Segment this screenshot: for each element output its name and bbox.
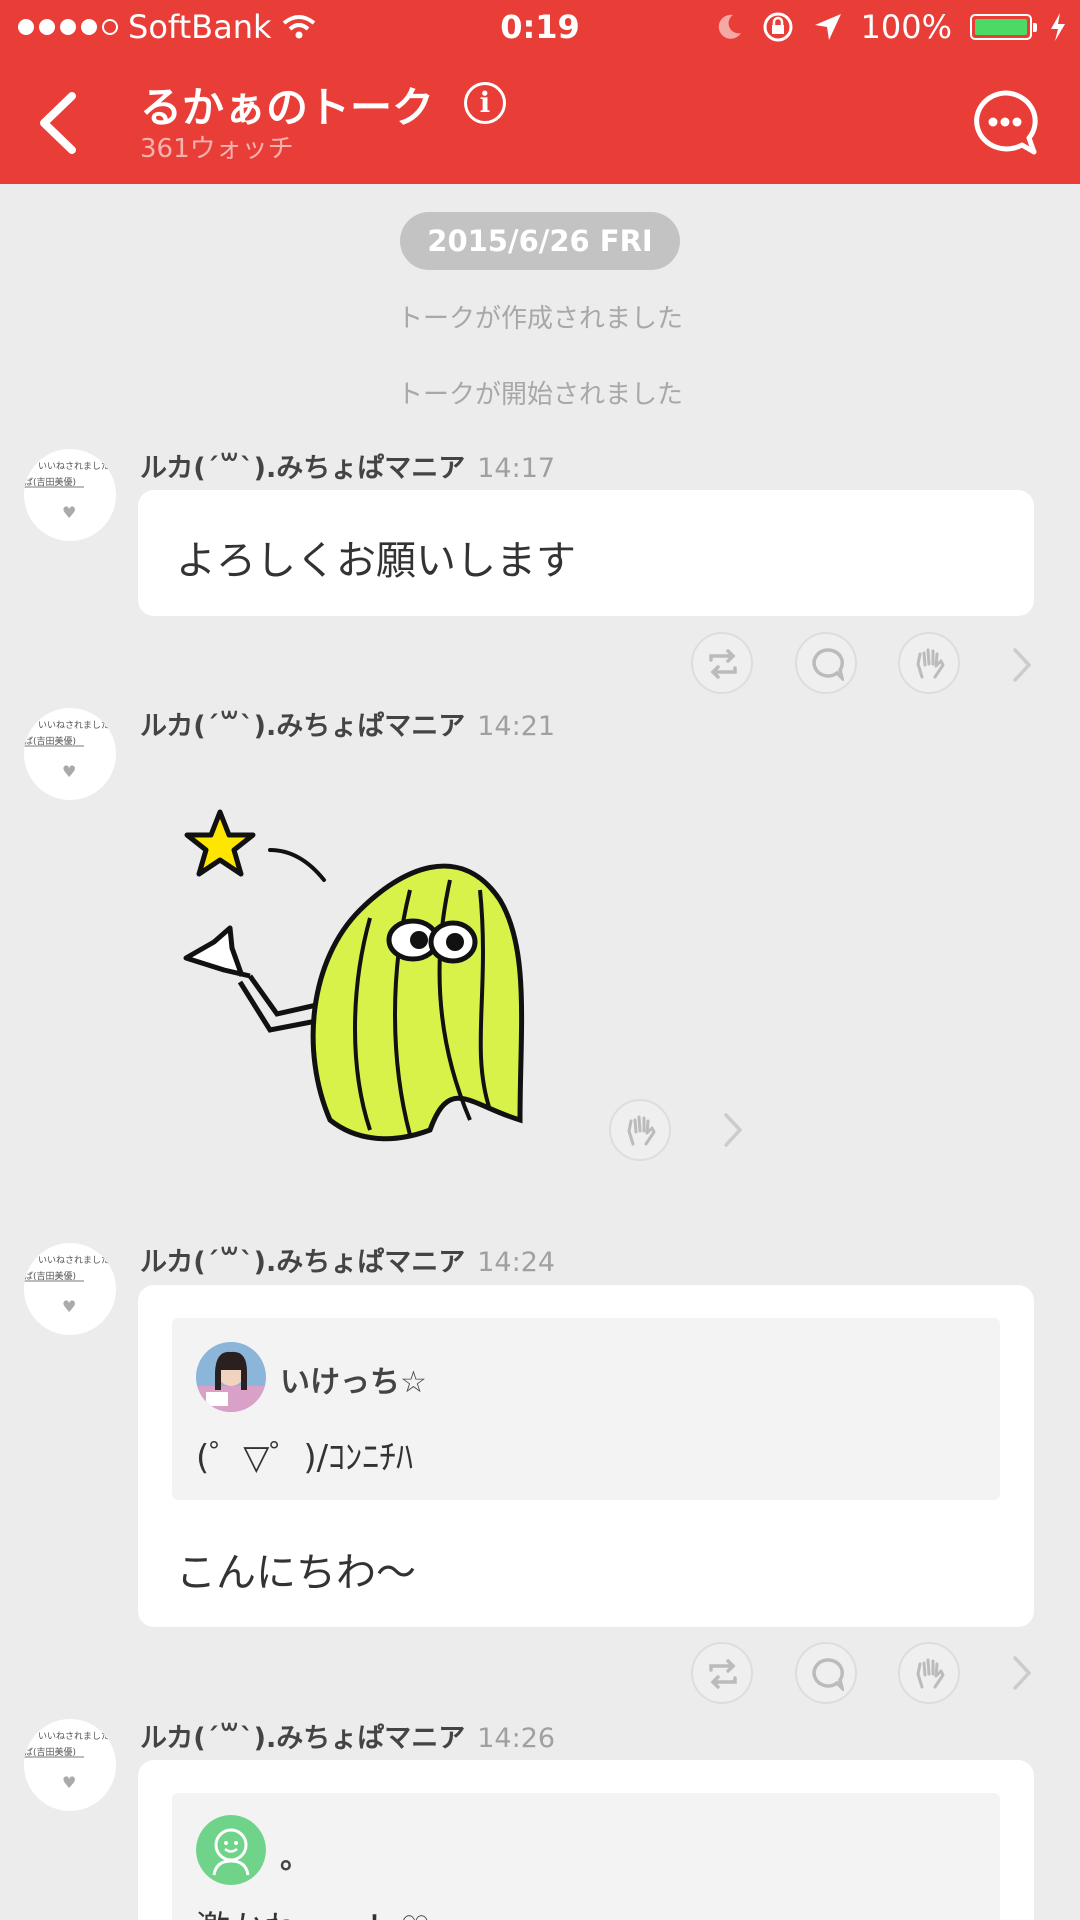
message-meta: ルカ(ˊ꒳ˋ).みちょぱマニア 14:21	[140, 704, 555, 743]
message-meta: ルカ(ˊ꒳ˋ).みちょぱマニア 14:17	[140, 446, 555, 485]
repost-icon	[709, 649, 737, 679]
message-bubble[interactable]: いけっち☆ (゜▽゜)/ｺﾝﾆﾁﾊ こんにちわ〜	[138, 1285, 1034, 1627]
repost-button[interactable]	[691, 1642, 753, 1704]
header-bar: SoftBank 0:19 100% るかぁのトーク i 361ウォッチ	[0, 0, 1080, 184]
avatar[interactable]: いいねされました ば(吉田美優) ♥	[24, 708, 116, 800]
quoted-author[interactable]: 。	[280, 1833, 310, 1877]
message-text: こんにちわ〜	[176, 1550, 416, 1596]
applause-button[interactable]	[898, 632, 960, 694]
date-pill: 2015/6/26 FRI	[400, 212, 680, 270]
avatar-caption: いいねされました	[38, 1732, 111, 1742]
quoted-avatar[interactable]	[196, 1342, 266, 1412]
avatar[interactable]: いいねされました ば(吉田美優) ♥	[24, 1243, 116, 1335]
avatar-caption: いいねされました	[38, 462, 111, 472]
watch-count: 361ウォッチ	[140, 134, 294, 164]
chevron-right-icon[interactable]	[1010, 1653, 1034, 1693]
page-title: るかぁのトーク	[140, 83, 435, 132]
system-message: トークが開始されました	[396, 380, 683, 410]
twitter-bird-icon: ♥	[62, 1773, 77, 1792]
message-meta: ルカ(ˊ꒳ˋ).みちょぱマニア 14:26	[140, 1716, 555, 1755]
quoted-message[interactable]: 。 激かわーー！♡	[172, 1793, 1000, 1920]
info-icon[interactable]: i	[464, 82, 506, 124]
quoted-text: (゜▽゜)/ｺﾝﾆﾁﾊ	[196, 1438, 414, 1478]
hand-icon	[916, 1658, 945, 1689]
twitter-bird-icon: ♥	[62, 1297, 77, 1316]
message-text: よろしくお願いします	[176, 538, 576, 584]
quoted-message[interactable]: いけっち☆ (゜▽゜)/ｺﾝﾆﾁﾊ	[172, 1318, 1000, 1500]
system-message: トークが作成されました	[396, 304, 683, 334]
comment-button[interactable]	[795, 1642, 857, 1704]
quoted-avatar[interactable]	[196, 1815, 266, 1885]
status-right: 100%	[717, 8, 1066, 46]
repost-icon	[709, 1659, 737, 1689]
avatar[interactable]: いいねされました ば(吉田美優) ♥	[24, 449, 116, 541]
charging-icon	[1051, 13, 1065, 41]
battery-icon	[970, 14, 1037, 40]
sender-name[interactable]: ルカ(ˊ꒳ˋ).みちょぱマニア	[140, 711, 465, 742]
status-bar: SoftBank 0:19 100%	[0, 0, 1080, 58]
quoted-author[interactable]: いけっち☆	[280, 1357, 427, 1401]
sticker-image[interactable]	[170, 790, 550, 1150]
chevron-right-icon[interactable]	[721, 1110, 745, 1150]
chevron-right-icon[interactable]	[1010, 645, 1034, 685]
avatar-caption: いいねされました	[38, 721, 111, 731]
message-bubble[interactable]: 。 激かわーー！♡	[138, 1760, 1034, 1920]
moon-icon	[718, 14, 741, 39]
timestamp: 14:24	[477, 1247, 556, 1278]
rotation-lock-icon	[763, 12, 793, 42]
message-bubble[interactable]: よろしくお願いします	[138, 490, 1034, 616]
hand-icon	[627, 1115, 656, 1146]
comment-button[interactable]	[795, 632, 857, 694]
sender-name[interactable]: ルカ(ˊ꒳ˋ).みちょぱマニア	[140, 453, 465, 484]
back-chevron-icon[interactable]	[30, 88, 90, 158]
twitter-bird-icon: ♥	[62, 503, 77, 522]
quoted-text: 激かわーー！♡	[196, 1901, 430, 1920]
timestamp: 14:21	[477, 711, 556, 742]
avatar-caption: いいねされました	[38, 1256, 111, 1266]
comment-icon	[812, 1658, 844, 1691]
chat-bubble-icon[interactable]	[970, 88, 1040, 158]
avatar[interactable]: いいねされました ば(吉田美優) ♥	[24, 1719, 116, 1811]
battery-percent: 100%	[860, 8, 952, 46]
applause-button[interactable]	[609, 1099, 671, 1161]
repost-button[interactable]	[691, 632, 753, 694]
timestamp: 14:17	[477, 453, 556, 484]
sender-name[interactable]: ルカ(ˊ꒳ˋ).みちょぱマニア	[140, 1247, 465, 1278]
sender-name[interactable]: ルカ(ˊ꒳ˋ).みちょぱマニア	[140, 1723, 465, 1754]
message-meta: ルカ(ˊ꒳ˋ).みちょぱマニア 14:24	[140, 1240, 555, 1279]
twitter-bird-icon: ♥	[62, 762, 77, 781]
comment-icon	[812, 648, 844, 681]
hand-icon	[916, 648, 945, 679]
location-icon	[814, 14, 841, 40]
applause-button[interactable]	[898, 1642, 960, 1704]
timestamp: 14:26	[477, 1723, 556, 1754]
